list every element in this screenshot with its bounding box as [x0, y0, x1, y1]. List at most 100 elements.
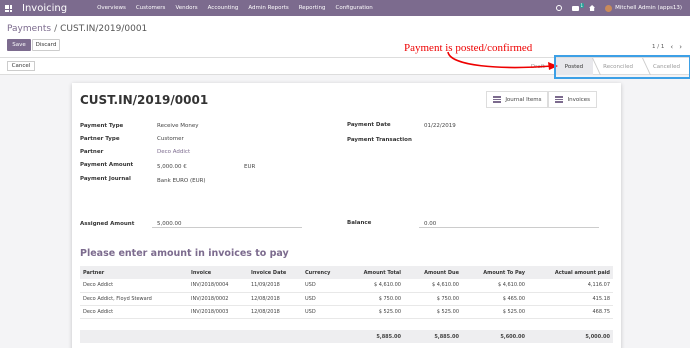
- menu-item-overviews[interactable]: Overviews: [97, 5, 126, 11]
- cell-actual-paid: 415.18: [528, 292, 613, 306]
- partner-label: Partner: [80, 149, 104, 155]
- cell-invoice-date: 11/09/2018: [248, 279, 302, 293]
- cell-amount-to-pay[interactable]: $ 465.00: [462, 292, 528, 306]
- discard-button[interactable]: Discard: [32, 39, 60, 51]
- table-row[interactable]: Deco Addict INV/2018/0003 12/08/2018 USD…: [80, 305, 613, 319]
- column-header[interactable]: Amount To Pay: [462, 266, 528, 279]
- total-actual-paid: 5,000.00: [528, 330, 613, 343]
- column-header[interactable]: Amount Total: [346, 266, 404, 279]
- menu-item-customers[interactable]: Customers: [136, 5, 166, 11]
- app-title: Invoicing: [22, 2, 68, 14]
- menu-item-vendors[interactable]: Vendors: [175, 5, 197, 11]
- apps-menu-icon[interactable]: [0, 0, 16, 16]
- home-icon[interactable]: [589, 5, 596, 11]
- activity-clock-icon[interactable]: [556, 5, 563, 11]
- cell-currency: USD: [302, 292, 346, 306]
- table-row[interactable]: Deco Addict, Floyd Steward INV/2018/0002…: [80, 292, 613, 306]
- menu-item-admin-reports[interactable]: Admin Reports: [248, 5, 288, 11]
- cancel-button[interactable]: Cancel: [7, 61, 35, 71]
- navbar-systray: 1 Mitchell Admin (apps13): [556, 0, 682, 16]
- cell-amount-total: $ 525.00: [346, 305, 404, 319]
- table-header-row: Partner Invoice Invoice Date Currency Am…: [80, 266, 613, 279]
- chat-count-badge: 1: [579, 2, 585, 8]
- partner-type-label: Partner Type: [80, 136, 120, 142]
- assigned-amount-value[interactable]: 5,000.00: [152, 221, 302, 228]
- cell-invoice: INV/2018/0002: [188, 292, 248, 306]
- cell-amount-total: $ 750.00: [346, 292, 404, 306]
- table-row[interactable]: Deco Addict INV/2018/0004 11/09/2018 USD…: [80, 279, 613, 293]
- column-header[interactable]: Invoice Date: [248, 266, 302, 279]
- total-amount-total: 5,885.00: [346, 330, 404, 343]
- column-header[interactable]: Partner: [80, 266, 188, 279]
- breadcrumb-separator: /: [54, 24, 58, 34]
- payment-date-label: Payment Date: [347, 122, 391, 128]
- cell-amount-due: $ 525.00: [404, 305, 462, 319]
- invoices-label: Invoices: [567, 96, 590, 103]
- save-button[interactable]: Save: [7, 39, 31, 51]
- section-title: Please enter amount in invoices to pay: [80, 248, 289, 259]
- column-header[interactable]: Amount Due: [404, 266, 462, 279]
- total-amount-to-pay: 5,600.00: [462, 330, 528, 343]
- column-header[interactable]: Actual amount paid: [528, 266, 613, 279]
- invoice-table: Partner Invoice Invoice Date Currency Am…: [80, 266, 613, 343]
- cell-partner: Deco Addict: [80, 279, 188, 293]
- cell-actual-paid: 4,116.07: [528, 279, 613, 293]
- table-total-row: 5,885.00 5,885.00 5,600.00 5,000.00: [80, 330, 613, 343]
- menu-item-configuration[interactable]: Configuration: [335, 5, 372, 11]
- cell-amount-total: $ 4,610.00: [346, 279, 404, 293]
- breadcrumb-current: CUST.IN/2019/0001: [60, 24, 148, 34]
- list-icon: [493, 96, 502, 103]
- cell-actual-paid: 468.75: [528, 305, 613, 319]
- partner-link[interactable]: Deco Addict: [157, 149, 190, 155]
- table-spacer-row: [80, 318, 613, 330]
- pager-next-icon[interactable]: ›: [679, 43, 682, 51]
- payment-journal-value[interactable]: Bank EURO (EUR): [157, 178, 206, 184]
- avatar: [605, 4, 613, 12]
- record-title: CUST.IN/2019/0001: [80, 93, 209, 107]
- cell-amount-to-pay[interactable]: $ 4,610.00: [462, 279, 528, 293]
- pager: 1 / 1 ‹ ›: [652, 43, 682, 51]
- payment-transaction-label: Payment Transaction: [347, 137, 412, 143]
- journal-items-button[interactable]: Journal Items: [486, 91, 549, 108]
- menu-item-reporting[interactable]: Reporting: [299, 5, 326, 11]
- balance-label: Balance: [347, 220, 372, 226]
- top-navbar: Invoicing Overviews Customers Vendors Ac…: [0, 0, 690, 16]
- cell-currency: USD: [302, 279, 346, 293]
- pager-value[interactable]: 1 / 1: [652, 44, 664, 50]
- user-menu[interactable]: Mitchell Admin (apps13): [605, 4, 682, 12]
- annotation-arrow-icon: [447, 51, 558, 70]
- cell-invoice-date: 12/08/2018: [248, 292, 302, 306]
- cell-amount-due: $ 4,610.00: [404, 279, 462, 293]
- column-header[interactable]: Currency: [302, 266, 346, 279]
- column-header[interactable]: Invoice: [188, 266, 248, 279]
- control-panel: Payments / CUST.IN/2019/0001 Save Discard …: [0, 16, 690, 58]
- breadcrumb: Payments / CUST.IN/2019/0001: [7, 24, 147, 34]
- invoices-button[interactable]: Invoices: [548, 91, 597, 108]
- cell-partner: Deco Addict, Floyd Steward: [80, 292, 188, 306]
- smart-buttons: Journal Items Invoices: [486, 91, 597, 108]
- menu-item-accounting[interactable]: Accounting: [208, 5, 239, 11]
- chat-icon[interactable]: 1: [572, 2, 585, 11]
- cell-currency: USD: [302, 305, 346, 319]
- payment-amount-value[interactable]: 5,000.00 €: [157, 164, 187, 170]
- assigned-amount-label: Assigned Amount: [80, 221, 135, 227]
- cell-amount-to-pay[interactable]: $ 525.00: [462, 305, 528, 319]
- payment-date-value[interactable]: 01/22/2019: [424, 123, 456, 129]
- pager-previous-icon[interactable]: ‹: [670, 43, 673, 51]
- payment-type-label: Payment Type: [80, 123, 124, 129]
- breadcrumb-payments-link[interactable]: Payments: [7, 24, 51, 34]
- cell-invoice: INV/2018/0003: [188, 305, 248, 319]
- cell-amount-due: $ 750.00: [404, 292, 462, 306]
- form-sheet: CUST.IN/2019/0001 Journal Items Invoices…: [72, 83, 621, 348]
- currency-value[interactable]: EUR: [244, 164, 255, 170]
- annotation-highlight-box: [554, 55, 690, 79]
- payment-journal-label: Payment Journal: [80, 176, 131, 182]
- partner-type-value[interactable]: Customer: [157, 136, 184, 142]
- payment-type-value[interactable]: Receive Money: [157, 123, 199, 129]
- list-icon: [555, 96, 564, 103]
- payment-amount-label: Payment Amount: [80, 162, 134, 168]
- cell-partner: Deco Addict: [80, 305, 188, 319]
- total-amount-due: 5,885.00: [404, 330, 462, 343]
- balance-value[interactable]: 0.00: [419, 221, 599, 228]
- main-menu: Overviews Customers Vendors Accounting A…: [97, 5, 373, 11]
